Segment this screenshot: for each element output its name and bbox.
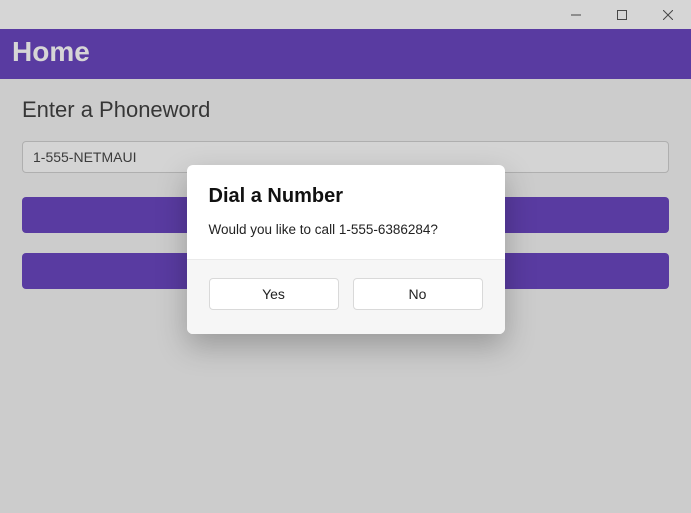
dialog-title: Dial a Number xyxy=(209,185,483,208)
modal-overlay: Dial a Number Would you like to call 1-5… xyxy=(0,0,691,513)
dialog-body: Dial a Number Would you like to call 1-5… xyxy=(187,165,505,259)
yes-button[interactable]: Yes xyxy=(209,278,339,310)
no-button[interactable]: No xyxy=(353,278,483,310)
dialog-actions: Yes No xyxy=(187,259,505,334)
dialog-message: Would you like to call 1-555-6386284? xyxy=(209,222,483,237)
dial-dialog: Dial a Number Would you like to call 1-5… xyxy=(187,165,505,334)
